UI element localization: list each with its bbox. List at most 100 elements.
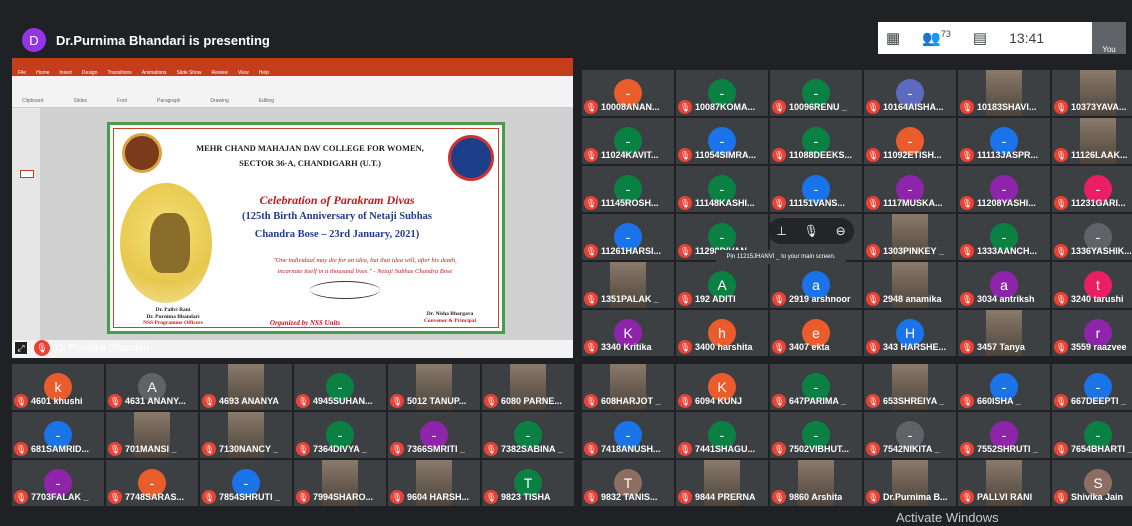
- presentation-tile[interactable]: File Home Insert Design Transitions Animation…: [12, 58, 573, 358]
- ppt-group-label: Paragraph: [157, 98, 181, 104]
- participant-tile[interactable]: - 🎙 11145ROSH...: [582, 166, 674, 212]
- grid-icon[interactable]: ▦: [886, 29, 900, 47]
- participant-tile[interactable]: 🎙 3457 Tanya: [958, 310, 1050, 356]
- participant-tile[interactable]: - 🎙 7552SHRUTI _: [958, 412, 1050, 458]
- participant-tile[interactable]: - 🎙 7854SHRUTI _: [200, 460, 292, 506]
- participant-tile[interactable]: t 🎙 3240 tarushi: [1052, 262, 1132, 308]
- participant-tile[interactable]: 🎙 Dr.Purnima B...: [864, 460, 956, 506]
- participant-name: 7366SMRITI _: [407, 444, 466, 454]
- participant-tile[interactable]: - 🎙 11024KAVIT...: [582, 118, 674, 164]
- tile-hover-controls[interactable]: ⊥ 🎙 ⊖: [768, 218, 854, 244]
- participant-tile[interactable]: 🎙 PALLVI RANI: [958, 460, 1050, 506]
- participant-tile[interactable]: - 🎙 11092ETISH...: [864, 118, 956, 164]
- participant-tile[interactable]: - 🎙 7366SMRITI _: [388, 412, 480, 458]
- ppt-tab[interactable]: Transitions: [108, 70, 132, 76]
- participant-tile[interactable]: 🎙 653SHREIYA _: [864, 364, 956, 410]
- participant-tile[interactable]: - 🎙 11054SIMRA...: [676, 118, 768, 164]
- participant-tile[interactable]: - 🎙 7502VIBHUT...: [770, 412, 862, 458]
- mic-off-icon: 🎙: [584, 244, 598, 258]
- remove-icon[interactable]: ⊖: [836, 224, 846, 238]
- participant-tile[interactable]: A 🎙 192 ADITI: [676, 262, 768, 308]
- fullscreen-icon[interactable]: ⤢: [14, 341, 28, 355]
- participant-tile[interactable]: a 🎙 3034 antriksh: [958, 262, 1050, 308]
- participant-label: 🎙 9832 TANIS...: [584, 490, 672, 504]
- participant-tile[interactable]: - 🎙 7382SABINA _: [482, 412, 574, 458]
- participant-tile[interactable]: 🎙 9860 Arshita: [770, 460, 862, 506]
- participant-tile[interactable]: 🎙 10373YAVA...: [1052, 70, 1132, 116]
- people-icon[interactable]: 👥73: [922, 29, 951, 47]
- participant-tile[interactable]: 🎙 5012 TANUP...: [388, 364, 480, 410]
- participant-tile[interactable]: T 🎙 9832 TANIS...: [582, 460, 674, 506]
- participant-tile[interactable]: 🎙 9604 HARSH...: [388, 460, 480, 506]
- participant-tile[interactable]: 🎙 10183SHAVI...: [958, 70, 1050, 116]
- participant-tile[interactable]: - 🎙 7441SHAGU...: [676, 412, 768, 458]
- self-view-tile[interactable]: You: [1092, 22, 1126, 54]
- participant-tile[interactable]: - 🎙 11151VANS...: [770, 166, 862, 212]
- participant-tile[interactable]: - 🎙 7748SARAS...: [106, 460, 198, 506]
- participant-tile[interactable]: 🎙 608HARJOT _: [582, 364, 674, 410]
- participant-tile[interactable]: - 🎙 660ISHA _: [958, 364, 1050, 410]
- participant-tile[interactable]: - 🎙 11148KASHI...: [676, 166, 768, 212]
- participant-tile[interactable]: - 🎙 11088DEEKS...: [770, 118, 862, 164]
- participant-tile[interactable]: - 🎙 1336YASHIK...: [1052, 214, 1132, 260]
- mute-icon[interactable]: 🎙: [804, 224, 819, 238]
- college-name: MEHR CHAND MAHAJAN DAV COLLEGE FOR WOMEN…: [180, 141, 440, 171]
- ppt-tab[interactable]: View: [238, 70, 249, 76]
- participant-name: 2948 anamika: [883, 294, 942, 304]
- participant-tile[interactable]: - 🎙 11113JASPR...: [958, 118, 1050, 164]
- ppt-tab[interactable]: Review: [212, 70, 228, 76]
- participant-tile[interactable]: - 🎙 7542NIKITA _: [864, 412, 956, 458]
- participant-name: 3457 Tanya: [977, 342, 1025, 352]
- participant-tile[interactable]: - 🎙 647PARIMA _: [770, 364, 862, 410]
- ppt-tab[interactable]: Design: [82, 70, 98, 76]
- participant-tile[interactable]: k 🎙 4601 khushi: [12, 364, 104, 410]
- participant-tile[interactable]: 🎙 701MANSI _: [106, 412, 198, 458]
- participant-name: 7441SHAGU...: [695, 444, 756, 454]
- participant-tile[interactable]: - 🎙 7654BHARTI _: [1052, 412, 1132, 458]
- participant-tile[interactable]: - 🎙 11261HARSI...: [582, 214, 674, 260]
- ppt-tab[interactable]: Insert: [59, 70, 72, 76]
- participant-tile[interactable]: T 🎙 9823 TISHA: [482, 460, 574, 506]
- participant-tile[interactable]: - 🎙 7418ANUSH...: [582, 412, 674, 458]
- pin-icon[interactable]: ⊥: [776, 224, 786, 238]
- participant-tile[interactable]: H 🎙 343 HARSHE...: [864, 310, 956, 356]
- participant-tile[interactable]: K 🎙 3340 Kritika: [582, 310, 674, 356]
- participant-tile[interactable]: - 🎙 7364DIVYA _: [294, 412, 386, 458]
- ppt-tab[interactable]: Slide Show: [177, 70, 202, 76]
- participant-tile[interactable]: 🎙 6080 PARNE...: [482, 364, 574, 410]
- participant-tile[interactable]: - 🎙 1333AANCH...: [958, 214, 1050, 260]
- participant-tile[interactable]: 🎙 1351PALAK _: [582, 262, 674, 308]
- participant-tile[interactable]: - 🎙 10087KOMA...: [676, 70, 768, 116]
- participant-tile[interactable]: 🎙 7130NANCY _: [200, 412, 292, 458]
- participant-tile[interactable]: 🎙 4693 ANANYA: [200, 364, 292, 410]
- participant-tile[interactable]: 🎙 1303PINKEY _: [864, 214, 956, 260]
- participant-tile[interactable]: 🎙 11126LAAK...: [1052, 118, 1132, 164]
- participant-tile[interactable]: - 🎙 10096RENU _: [770, 70, 862, 116]
- participant-tile[interactable]: - 🎙 667DEEPTI _: [1052, 364, 1132, 410]
- participant-tile[interactable]: e 🎙 3407 ekta: [770, 310, 862, 356]
- participant-tile[interactable]: K 🎙 6094 KUNJ: [676, 364, 768, 410]
- ppt-tab[interactable]: Help: [259, 70, 269, 76]
- participant-tile[interactable]: 🎙 9844 PRERNA: [676, 460, 768, 506]
- chat-icon[interactable]: ▤: [973, 29, 987, 47]
- ppt-tab[interactable]: File: [18, 70, 26, 76]
- participant-tile[interactable]: - 🎙 681SAMRID...: [12, 412, 104, 458]
- participant-name: 7748SARAS...: [125, 492, 185, 502]
- participant-tile[interactable]: 🎙 7994SHARO...: [294, 460, 386, 506]
- participant-name: 1117MUSKA...: [883, 198, 943, 208]
- participant-tile[interactable]: a 🎙 2919 arshnoor: [770, 262, 862, 308]
- participant-tile[interactable]: 🎙 2948 anamika: [864, 262, 956, 308]
- ppt-tab[interactable]: Home: [36, 70, 49, 76]
- participant-tile[interactable]: S 🎙 Shivika Jain: [1052, 460, 1132, 506]
- participant-tile[interactable]: r 🎙 3559 raazvee: [1052, 310, 1132, 356]
- participant-tile[interactable]: A 🎙 4631 ANANY...: [106, 364, 198, 410]
- participant-tile[interactable]: - 🎙 10008ANAN...: [582, 70, 674, 116]
- participant-tile[interactable]: - 🎙 10164AISHA...: [864, 70, 956, 116]
- participant-tile[interactable]: - 🎙 1117MUSKA...: [864, 166, 956, 212]
- participant-tile[interactable]: - 🎙 7703FALAK _: [12, 460, 104, 506]
- participant-tile[interactable]: h 🎙 3400 harshita: [676, 310, 768, 356]
- participant-tile[interactable]: - 🎙 11231GARI...: [1052, 166, 1132, 212]
- ppt-tab[interactable]: Animations: [142, 70, 167, 76]
- participant-tile[interactable]: - 🎙 4945SUHAN...: [294, 364, 386, 410]
- participant-tile[interactable]: - 🎙 11208YASHI...: [958, 166, 1050, 212]
